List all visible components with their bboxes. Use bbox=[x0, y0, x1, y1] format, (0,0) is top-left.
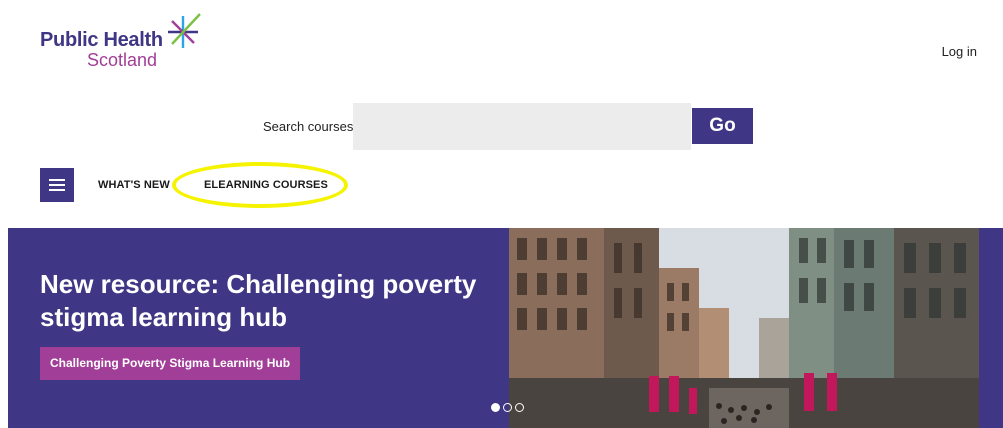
hero-cta-button[interactable]: Challenging Poverty Stigma Learning Hub bbox=[40, 347, 301, 380]
hero-title: New resource: Challenging poverty stigma… bbox=[40, 269, 477, 332]
login-link[interactable]: Log in bbox=[942, 44, 977, 59]
main-menu-button[interactable] bbox=[40, 168, 74, 202]
search-label: Search courses bbox=[263, 119, 354, 134]
slide-dot-1[interactable] bbox=[491, 403, 500, 412]
logo-text-line1: Public Health bbox=[40, 29, 163, 51]
hero-street-photo bbox=[509, 228, 979, 428]
slide-dot-3[interactable] bbox=[515, 403, 524, 412]
site-logo[interactable]: Public Health Scotland bbox=[40, 12, 215, 72]
logo-text-line2: Scotland bbox=[87, 50, 158, 70]
nav-whats-new[interactable]: WHAT'S NEW bbox=[98, 179, 170, 191]
slide-indicators bbox=[491, 403, 524, 413]
search-input[interactable] bbox=[353, 103, 691, 150]
logo-star-icon bbox=[168, 13, 201, 48]
slide-dot-2[interactable] bbox=[503, 403, 512, 412]
hero-banner: New resource: Challenging poverty stigma… bbox=[8, 228, 1003, 428]
search-go-button[interactable]: Go bbox=[692, 108, 753, 144]
nav-elearning-courses[interactable]: ELEARNING COURSES bbox=[204, 179, 328, 191]
street-scene-illustration bbox=[509, 228, 979, 428]
